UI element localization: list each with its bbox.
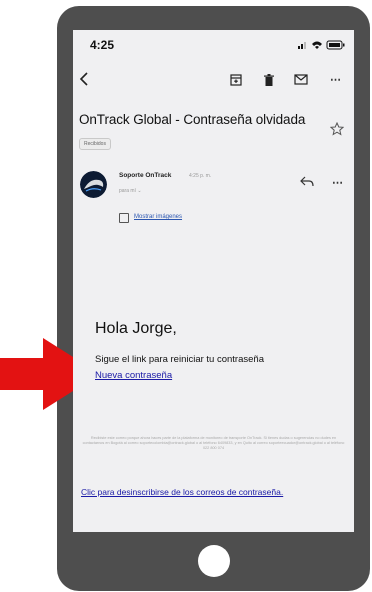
image-icon bbox=[119, 213, 129, 223]
mail-icon[interactable] bbox=[294, 74, 308, 85]
more-icon[interactable]: ⋯ bbox=[330, 73, 341, 86]
email-footer: Recibiste este correo porque ahora haces… bbox=[82, 436, 345, 451]
sender-avatar bbox=[80, 171, 107, 198]
inbox-label-chip[interactable]: Recibidos bbox=[79, 138, 111, 150]
star-icon[interactable] bbox=[330, 122, 344, 136]
show-images-link[interactable]: Mostrar imágenes bbox=[134, 214, 182, 220]
email-subject: OnTrack Global - Contraseña olvidada bbox=[79, 112, 306, 127]
sender-more-icon[interactable]: ⋯ bbox=[332, 176, 343, 189]
instruction-text: Sigue el link para reiniciar tu contrase… bbox=[95, 354, 264, 365]
sender-time: 4:25 p. m. bbox=[189, 173, 212, 179]
sender-name[interactable]: Soporte OnTrack bbox=[119, 172, 171, 179]
trash-icon[interactable] bbox=[263, 74, 275, 87]
home-button[interactable] bbox=[198, 545, 230, 577]
status-time: 4:25 bbox=[90, 38, 115, 52]
reply-icon[interactable] bbox=[300, 176, 314, 187]
recipient-dropdown[interactable]: para mí ⌄ bbox=[119, 188, 142, 194]
archive-icon[interactable] bbox=[230, 74, 242, 86]
recipient-label: para mí bbox=[119, 188, 136, 194]
back-icon[interactable] bbox=[78, 71, 90, 87]
greeting: Hola Jorge, bbox=[95, 320, 177, 337]
chevron-down-icon: ⌄ bbox=[137, 188, 142, 194]
phone-screen: 4:25 ⋯ OnTrack Global - Contraseña olvid… bbox=[73, 30, 354, 532]
new-password-link[interactable]: Nueva contraseña bbox=[95, 370, 172, 381]
status-icons bbox=[298, 40, 345, 50]
unsubscribe-link[interactable]: Clic para desinscribirse de los correos … bbox=[81, 487, 283, 497]
